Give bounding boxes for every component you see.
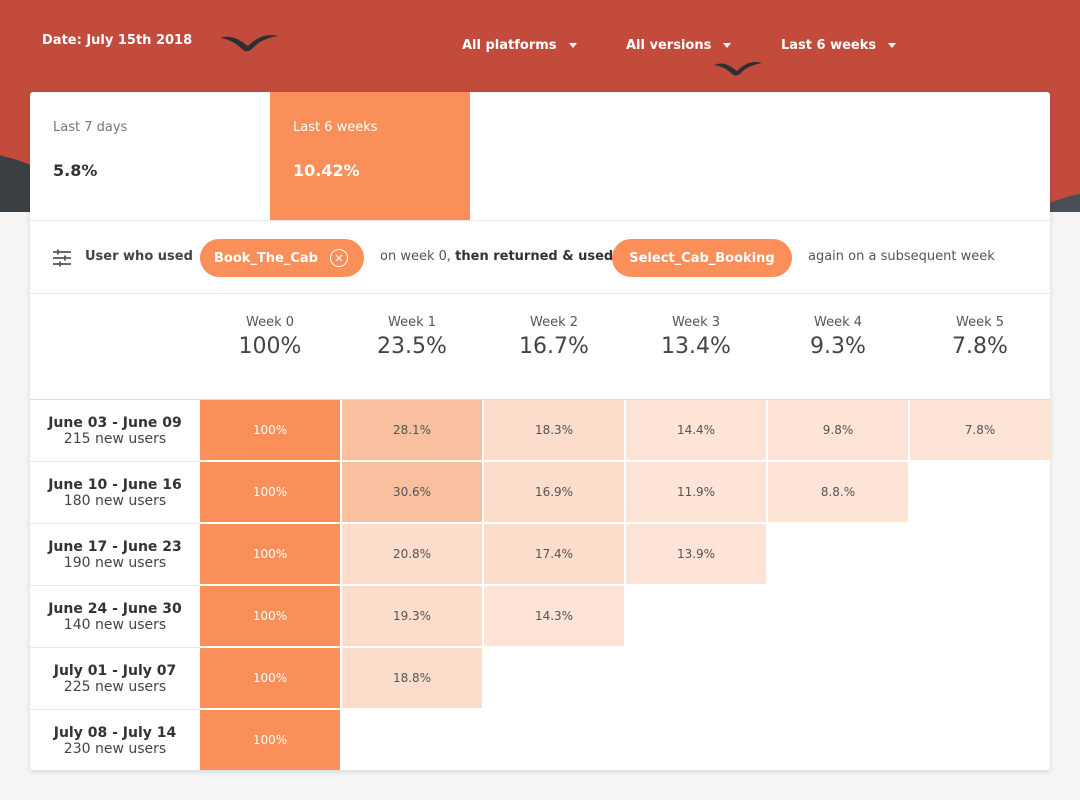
bird-icon <box>714 61 762 76</box>
filter-suffix-text: again on a subsequent week <box>808 249 995 264</box>
period-tab-last-6-weeks[interactable]: Last 6 weeks 10.42% <box>270 92 470 220</box>
table-row: July 01 - July 07 225 new users 100% 18.8% <box>30 648 1050 710</box>
timeframe-filter-label: Last 6 weeks <box>781 38 877 53</box>
cohort-label: June 17 - June 23 190 new users <box>30 524 200 586</box>
cohort-user-count: 140 new users <box>63 616 167 633</box>
event-b-label: Select_Cab_Booking <box>629 250 775 266</box>
cohort-date-range: June 10 - June 16 <box>48 476 182 493</box>
period-value: 5.8% <box>53 161 98 180</box>
retention-cell[interactable]: 30.6% <box>342 462 482 522</box>
cohort-label: June 03 - June 09 215 new users <box>30 400 200 462</box>
period-label: Last 6 weeks <box>293 120 378 135</box>
retention-cell[interactable]: 100% <box>200 710 340 770</box>
table-row: June 24 - June 30 140 new users 100% 19.3% 1… <box>30 586 1050 648</box>
filter-prefix-label: User who used <box>85 249 193 264</box>
retention-cell[interactable]: 7.8% <box>910 400 1050 460</box>
platform-filter-label: All platforms <box>462 38 557 53</box>
week-retention-value: 7.8% <box>952 334 1008 359</box>
version-filter-dropdown[interactable]: All versions <box>626 38 732 53</box>
retention-card: Last 7 days 5.8% Last 6 weeks 10.42% Use… <box>30 92 1050 770</box>
cohort-date-range: June 17 - June 23 <box>48 538 182 555</box>
retention-cell[interactable]: 100% <box>200 400 340 460</box>
cohort-user-count: 180 new users <box>63 492 167 509</box>
event-a-chip[interactable]: Book_The_Cab ✕ <box>200 239 364 277</box>
cohort-user-count: 225 new users <box>63 678 167 695</box>
week-retention-value: 23.5% <box>377 334 447 359</box>
chevron-down-icon <box>568 43 577 48</box>
timeframe-filter-dropdown[interactable]: Last 6 weeks <box>781 38 897 53</box>
period-value: 10.42% <box>293 161 360 180</box>
cohort-user-count: 215 new users <box>63 430 167 447</box>
week-name: Week 2 <box>529 315 579 330</box>
cohort-label: June 10 - June 16 180 new users <box>30 462 200 524</box>
period-tab-last-7-days[interactable]: Last 7 days 5.8% <box>30 92 230 220</box>
cohort-user-count: 190 new users <box>63 554 167 571</box>
chevron-down-icon <box>888 43 897 48</box>
chevron-down-icon <box>723 43 732 48</box>
retention-cell[interactable]: 14.3% <box>484 586 624 646</box>
week-header-5: Week 5 7.8% <box>909 315 1050 359</box>
table-row: June 10 - June 16 180 new users 100% 30.6% 1… <box>30 462 1050 524</box>
cohort-user-count: 230 new users <box>63 740 167 757</box>
week-header-1: Week 1 23.5% <box>341 315 483 359</box>
cohort-date-range: July 08 - July 14 <box>53 724 177 741</box>
cohort-date-range: July 01 - July 07 <box>53 662 177 679</box>
retention-cell[interactable]: 13.9% <box>626 524 766 584</box>
filter-middle-bold: then returned & used <box>455 249 614 264</box>
retention-cell[interactable]: 8.8.% <box>768 462 908 522</box>
table-row: July 08 - July 14 230 new users 100% <box>30 710 1050 770</box>
week-name: Week 3 <box>671 315 721 330</box>
week-retention-value: 16.7% <box>519 334 589 359</box>
retention-cell[interactable]: 20.8% <box>342 524 482 584</box>
retention-cell[interactable]: 100% <box>200 462 340 522</box>
sliders-icon[interactable] <box>52 249 72 267</box>
week-name: Week 0 <box>245 315 295 330</box>
retention-cell[interactable]: 28.1% <box>342 400 482 460</box>
platform-filter-dropdown[interactable]: All platforms <box>462 38 577 53</box>
retention-cell[interactable]: 14.4% <box>626 400 766 460</box>
retention-cell[interactable]: 100% <box>200 648 340 708</box>
retention-cell[interactable]: 18.3% <box>484 400 624 460</box>
week-name: Week 1 <box>387 315 437 330</box>
retention-cell[interactable]: 100% <box>200 524 340 584</box>
bird-icon <box>220 35 278 52</box>
week-header-2: Week 2 16.7% <box>483 315 625 359</box>
period-label: Last 7 days <box>53 120 128 135</box>
cohort-date-range: June 03 - June 09 <box>48 414 182 431</box>
cohort-label: July 01 - July 07 225 new users <box>30 648 200 710</box>
retention-cell[interactable]: 100% <box>200 586 340 646</box>
table-row: June 03 - June 09 215 new users 100% 28.1% 1… <box>30 400 1050 462</box>
date-label: Date: July 15th 2018 <box>42 33 193 48</box>
cohort-date-range: June 24 - June 30 <box>48 600 182 617</box>
cohort-label: July 08 - July 14 230 new users <box>30 710 200 770</box>
event-b-chip[interactable]: Select_Cab_Booking <box>612 239 792 277</box>
retention-cell[interactable]: 9.8% <box>768 400 908 460</box>
retention-cell[interactable]: 19.3% <box>342 586 482 646</box>
week-header-3: Week 3 13.4% <box>625 315 767 359</box>
week-summary-header: Week 0 100% Week 1 23.5% Week 2 16.7% Week 3 13… <box>30 295 1050 400</box>
close-icon[interactable]: ✕ <box>329 249 348 267</box>
retention-cell[interactable]: 18.8% <box>342 648 482 708</box>
filter-middle-plain: on week 0, <box>380 249 456 264</box>
retention-cell[interactable]: 17.4% <box>484 524 624 584</box>
filter-middle-text: on week 0, then returned & used <box>380 249 613 264</box>
week-name: Week 4 <box>813 315 863 330</box>
cohort-filter-row: User who used Book_The_Cab ✕ on week 0, … <box>30 220 1050 294</box>
retention-cell[interactable]: 16.9% <box>484 462 624 522</box>
week-name: Week 5 <box>955 315 1005 330</box>
week-retention-value: 13.4% <box>661 334 731 359</box>
version-filter-label: All versions <box>626 38 712 53</box>
cohort-label: June 24 - June 30 140 new users <box>30 586 200 648</box>
week-header-4: Week 4 9.3% <box>767 315 909 359</box>
event-a-label: Book_The_Cab <box>214 250 318 266</box>
retention-cell[interactable]: 11.9% <box>626 462 766 522</box>
table-row: June 17 - June 23 190 new users 100% 20.8% 1… <box>30 524 1050 586</box>
week-header-0: Week 0 100% <box>199 315 341 359</box>
week-retention-value: 9.3% <box>810 334 866 359</box>
week-retention-value: 100% <box>238 334 302 359</box>
